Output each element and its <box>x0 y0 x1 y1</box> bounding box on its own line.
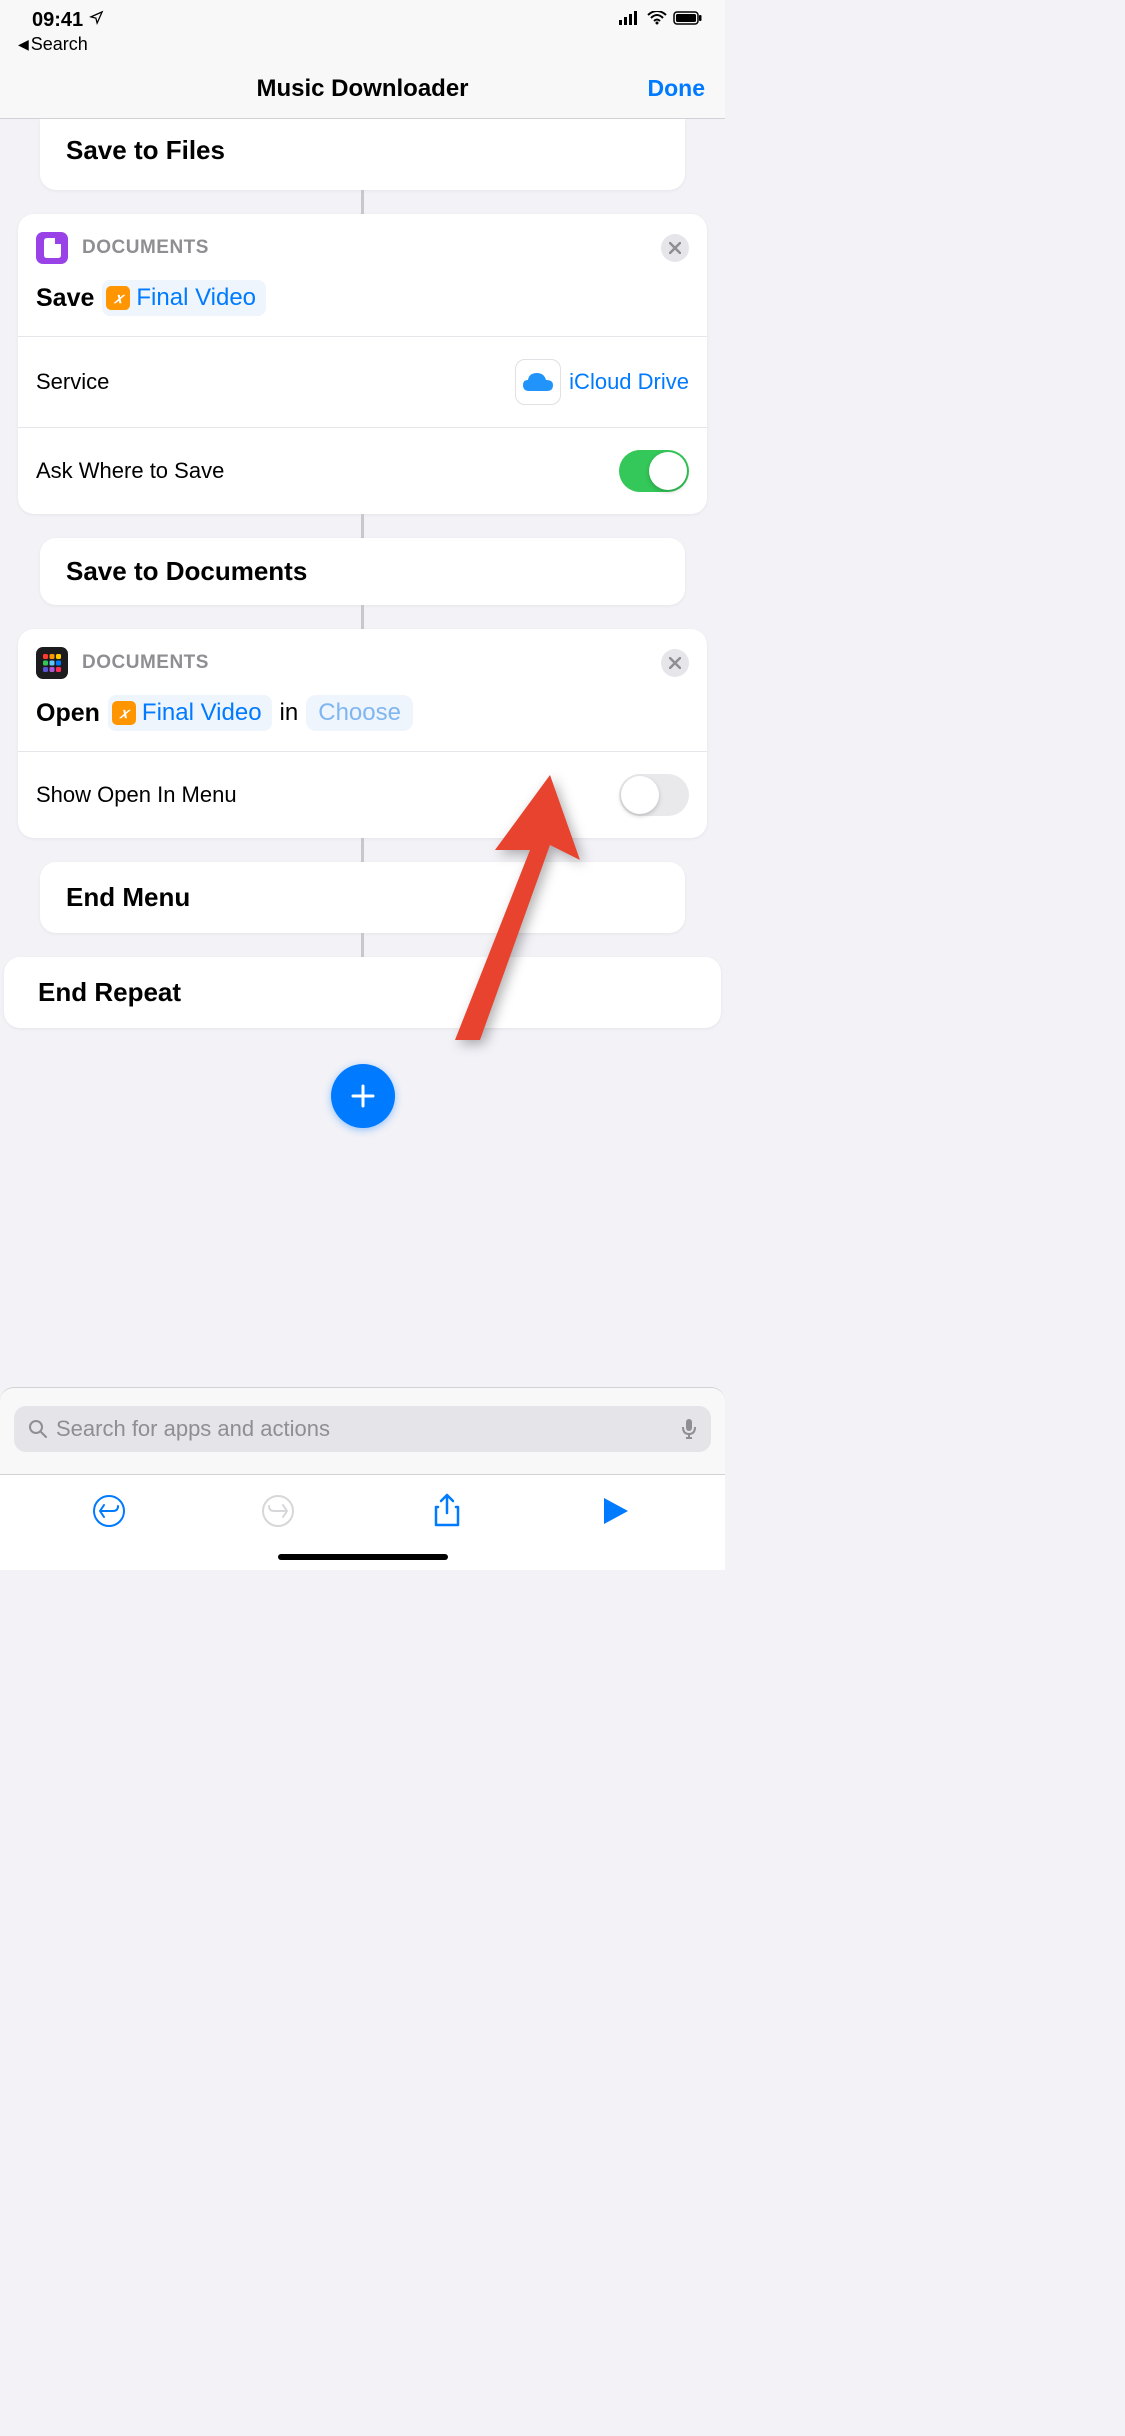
service-label: Service <box>36 369 109 395</box>
connector-line <box>361 514 364 538</box>
action-card-save-documents[interactable]: DOCUMENTS Save 𝑥 Final Video Service iCl… <box>18 214 707 514</box>
wifi-icon <box>647 11 667 30</box>
action-verb: Save <box>36 284 94 313</box>
play-button[interactable] <box>596 1491 636 1531</box>
action-verb: Open <box>36 699 100 728</box>
variable-name: Final Video <box>136 284 256 312</box>
documents-app-icon <box>36 232 68 264</box>
dictation-icon[interactable] <box>681 1418 697 1440</box>
done-button[interactable]: Done <box>648 75 706 102</box>
search-icon <box>28 1419 48 1439</box>
variable-name: Final Video <box>142 699 262 727</box>
search-input[interactable]: Search for apps and actions <box>14 1406 711 1452</box>
variable-icon: 𝑥 <box>106 286 130 310</box>
block-end-repeat[interactable]: End Repeat <box>4 957 721 1028</box>
search-placeholder: Search for apps and actions <box>56 1416 673 1442</box>
open-in-app-icon <box>36 647 68 679</box>
delete-action-button[interactable] <box>661 649 689 677</box>
choose-token[interactable]: Choose <box>306 695 413 731</box>
connector-line <box>361 838 364 862</box>
page-title: Music Downloader <box>256 75 468 103</box>
cellular-icon <box>619 11 641 30</box>
ask-where-toggle[interactable] <box>619 450 689 492</box>
connector-line <box>361 605 364 629</box>
back-to-search[interactable]: ◀ Search <box>0 28 725 59</box>
action-header-label: DOCUMENTS <box>82 237 647 259</box>
status-bar: 09:41 <box>0 0 725 28</box>
service-value[interactable]: iCloud Drive <box>515 359 689 405</box>
redo-button[interactable] <box>258 1491 298 1531</box>
show-menu-toggle[interactable] <box>619 774 689 816</box>
share-button[interactable] <box>427 1491 467 1531</box>
location-icon <box>89 10 104 30</box>
back-chevron-icon: ◀ <box>18 36 29 53</box>
delete-action-button[interactable] <box>661 234 689 262</box>
action-card-open-documents[interactable]: DOCUMENTS Open 𝑥 Final Video in Choose S… <box>18 629 707 838</box>
plus-icon <box>350 1083 376 1109</box>
variable-token-final-video[interactable]: 𝑥 Final Video <box>108 695 272 731</box>
status-time: 09:41 <box>32 9 83 32</box>
connector-line <box>361 190 364 214</box>
block-end-menu[interactable]: End Menu <box>40 862 685 933</box>
action-header-label: DOCUMENTS <box>82 652 647 674</box>
home-indicator <box>278 1554 448 1560</box>
ask-where-label: Ask Where to Save <box>36 458 224 484</box>
variable-token-final-video[interactable]: 𝑥 Final Video <box>102 280 266 316</box>
search-panel: Search for apps and actions <box>0 1387 725 1474</box>
battery-icon <box>673 11 703 30</box>
undo-button[interactable] <box>89 1491 129 1531</box>
nav-bar: Music Downloader Done <box>0 59 725 119</box>
icloud-icon <box>515 359 561 405</box>
back-label: Search <box>31 34 88 55</box>
add-action-button[interactable] <box>331 1064 395 1128</box>
in-label: in <box>280 699 299 727</box>
variable-icon: 𝑥 <box>112 701 136 725</box>
show-menu-label: Show Open In Menu <box>36 782 237 808</box>
block-save-to-files[interactable]: Save to Files <box>40 119 685 190</box>
connector-line <box>361 933 364 957</box>
block-save-to-documents[interactable]: Save to Documents <box>40 538 685 605</box>
